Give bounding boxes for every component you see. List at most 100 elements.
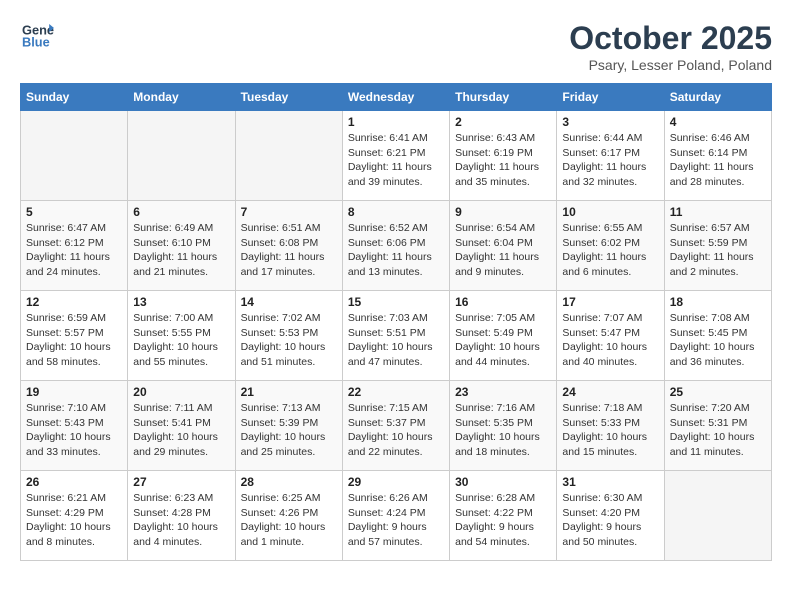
day-cell: 19 Sunrise: 7:10 AMSunset: 5:43 PMDayligh… [21,381,128,471]
weekday-header: Monday [128,84,235,111]
weekday-header: Thursday [450,84,557,111]
day-number: 27 [133,475,229,489]
day-info: Sunrise: 7:02 AMSunset: 5:53 PMDaylight:… [241,311,337,370]
week-row: 1 Sunrise: 6:41 AMSunset: 6:21 PMDaylight… [21,111,772,201]
day-number: 16 [455,295,551,309]
day-cell: 15 Sunrise: 7:03 AMSunset: 5:51 PMDayligh… [342,291,449,381]
weekday-header: Sunday [21,84,128,111]
day-info: Sunrise: 7:03 AMSunset: 5:51 PMDaylight:… [348,311,444,370]
day-cell: 10 Sunrise: 6:55 AMSunset: 6:02 PMDayligh… [557,201,664,291]
day-number: 11 [670,205,766,219]
day-info: Sunrise: 7:00 AMSunset: 5:55 PMDaylight:… [133,311,229,370]
day-cell: 28 Sunrise: 6:25 AMSunset: 4:26 PMDayligh… [235,471,342,561]
day-cell: 29 Sunrise: 6:26 AMSunset: 4:24 PMDayligh… [342,471,449,561]
day-cell: 21 Sunrise: 7:13 AMSunset: 5:39 PMDayligh… [235,381,342,471]
day-number: 3 [562,115,658,129]
day-info: Sunrise: 6:46 AMSunset: 6:14 PMDaylight:… [670,131,766,190]
day-cell: 16 Sunrise: 7:05 AMSunset: 5:49 PMDayligh… [450,291,557,381]
day-cell [664,471,771,561]
day-cell: 1 Sunrise: 6:41 AMSunset: 6:21 PMDaylight… [342,111,449,201]
day-cell: 24Sunrise: 7:18 AMSunset: 5:33 PMDayligh… [557,381,664,471]
day-number: 14 [241,295,337,309]
day-info: Sunrise: 6:41 AMSunset: 6:21 PMDaylight:… [348,131,444,190]
logo-icon: General Blue [22,20,54,52]
day-number: 30 [455,475,551,489]
day-info: Sunrise: 6:55 AMSunset: 6:02 PMDaylight:… [562,221,658,280]
month-title: October 2025 [569,20,772,57]
day-info: Sunrise: 7:08 AMSunset: 5:45 PMDaylight:… [670,311,766,370]
day-info: Sunrise: 6:52 AMSunset: 6:06 PMDaylight:… [348,221,444,280]
day-info: Sunrise: 7:05 AMSunset: 5:49 PMDaylight:… [455,311,551,370]
day-cell: 25 Sunrise: 7:20 AMSunset: 5:31 PMDayligh… [664,381,771,471]
day-cell: 9 Sunrise: 6:54 AMSunset: 6:04 PMDaylight… [450,201,557,291]
day-cell: 12 Sunrise: 6:59 AMSunset: 5:57 PMDayligh… [21,291,128,381]
day-info: Sunrise: 6:28 AMSunset: 4:22 PMDaylight:… [455,491,551,550]
day-number: 5 [26,205,122,219]
day-number: 20 [133,385,229,399]
day-number: 28 [241,475,337,489]
day-number: 19 [26,385,122,399]
day-cell: 14 Sunrise: 7:02 AMSunset: 5:53 PMDayligh… [235,291,342,381]
day-cell: 6 Sunrise: 6:49 AMSunset: 6:10 PMDaylight… [128,201,235,291]
calendar-table: SundayMondayTuesdayWednesdayThursdayFrid… [20,83,772,561]
day-number: 10 [562,205,658,219]
day-number: 9 [455,205,551,219]
day-number: 22 [348,385,444,399]
day-cell: 7 Sunrise: 6:51 AMSunset: 6:08 PMDaylight… [235,201,342,291]
day-number: 23 [455,385,551,399]
day-cell: 2 Sunrise: 6:43 AMSunset: 6:19 PMDaylight… [450,111,557,201]
weekday-header: Tuesday [235,84,342,111]
day-number: 24 [562,385,658,399]
title-block: October 2025 Psary, Lesser Poland, Polan… [569,20,772,73]
day-info: Sunrise: 6:54 AMSunset: 6:04 PMDaylight:… [455,221,551,280]
day-cell: 4 Sunrise: 6:46 AMSunset: 6:14 PMDaylight… [664,111,771,201]
day-number: 12 [26,295,122,309]
day-number: 13 [133,295,229,309]
weekday-header: Saturday [664,84,771,111]
day-number: 21 [241,385,337,399]
day-info: Sunrise: 6:57 AMSunset: 5:59 PMDaylight:… [670,221,766,280]
day-cell: 27Sunrise: 6:23 AMSunset: 4:28 PMDayligh… [128,471,235,561]
day-number: 1 [348,115,444,129]
day-info: Sunrise: 6:59 AMSunset: 5:57 PMDaylight:… [26,311,122,370]
day-number: 8 [348,205,444,219]
day-info: Sunrise: 6:47 AMSunset: 6:12 PMDaylight:… [26,221,122,280]
day-cell: 31Sunrise: 6:30 AMSunset: 4:20 PMDayligh… [557,471,664,561]
day-info: Sunrise: 6:26 AMSunset: 4:24 PMDaylight:… [348,491,444,550]
week-row: 5 Sunrise: 6:47 AMSunset: 6:12 PMDaylight… [21,201,772,291]
day-info: Sunrise: 6:43 AMSunset: 6:19 PMDaylight:… [455,131,551,190]
day-number: 15 [348,295,444,309]
day-cell: 5 Sunrise: 6:47 AMSunset: 6:12 PMDaylight… [21,201,128,291]
day-info: Sunrise: 6:49 AMSunset: 6:10 PMDaylight:… [133,221,229,280]
day-info: Sunrise: 6:25 AMSunset: 4:26 PMDaylight:… [241,491,337,550]
weekday-header: Wednesday [342,84,449,111]
day-number: 26 [26,475,122,489]
day-cell: 22 Sunrise: 7:15 AMSunset: 5:37 PMDayligh… [342,381,449,471]
day-cell: 30 Sunrise: 6:28 AMSunset: 4:22 PMDayligh… [450,471,557,561]
weekday-header: Friday [557,84,664,111]
day-info: Sunrise: 7:20 AMSunset: 5:31 PMDaylight:… [670,401,766,460]
day-cell [21,111,128,201]
day-info: Sunrise: 7:13 AMSunset: 5:39 PMDaylight:… [241,401,337,460]
week-row: 19 Sunrise: 7:10 AMSunset: 5:43 PMDayligh… [21,381,772,471]
day-cell: 18Sunrise: 7:08 AMSunset: 5:45 PMDayligh… [664,291,771,381]
week-row: 12 Sunrise: 6:59 AMSunset: 5:57 PMDayligh… [21,291,772,381]
logo: General Blue [20,20,54,52]
day-number: 25 [670,385,766,399]
day-cell: 26Sunrise: 6:21 AMSunset: 4:29 PMDayligh… [21,471,128,561]
day-info: Sunrise: 7:15 AMSunset: 5:37 PMDaylight:… [348,401,444,460]
day-number: 7 [241,205,337,219]
location: Psary, Lesser Poland, Poland [569,57,772,73]
day-number: 2 [455,115,551,129]
day-info: Sunrise: 7:10 AMSunset: 5:43 PMDaylight:… [26,401,122,460]
day-info: Sunrise: 6:51 AMSunset: 6:08 PMDaylight:… [241,221,337,280]
day-info: Sunrise: 7:16 AMSunset: 5:35 PMDaylight:… [455,401,551,460]
day-number: 4 [670,115,766,129]
day-number: 29 [348,475,444,489]
day-number: 6 [133,205,229,219]
day-cell [235,111,342,201]
day-cell: 17Sunrise: 7:07 AMSunset: 5:47 PMDayligh… [557,291,664,381]
day-cell: 11 Sunrise: 6:57 AMSunset: 5:59 PMDayligh… [664,201,771,291]
day-info: Sunrise: 6:30 AMSunset: 4:20 PMDaylight:… [562,491,658,550]
week-row: 26Sunrise: 6:21 AMSunset: 4:29 PMDayligh… [21,471,772,561]
